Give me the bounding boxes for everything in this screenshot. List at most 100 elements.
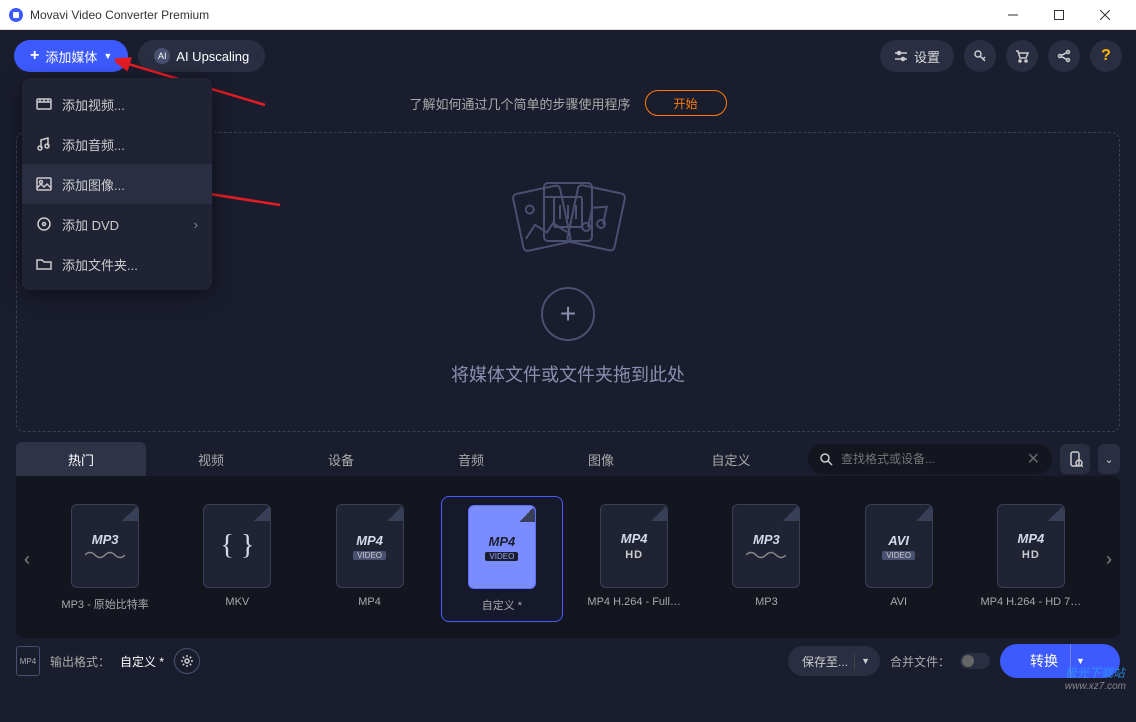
scroll-right-button[interactable]: › [1098,549,1120,570]
tab-video[interactable]: 视频 [146,442,276,476]
format-label: MP3 [709,596,823,608]
scroll-left-button[interactable]: ‹ [16,549,38,570]
format-card[interactable]: MP4HD MP4 H.264 - HD 7… [970,496,1092,622]
format-doc-icon: AVIVIDEO [865,504,933,588]
help-icon: ? [1101,47,1111,65]
settings-button[interactable]: 设置 [880,40,954,72]
dropdown-label: 添加图像... [62,175,125,194]
format-label: MP4 H.264 - HD 7… [974,596,1088,608]
start-button[interactable]: 开始 [645,90,727,116]
tab-custom[interactable]: 自定义 [666,442,796,476]
window-title: Movavi Video Converter Premium [30,8,990,22]
bottom-bar: MP4 输出格式： 自定义 * 保存至... ▼ 合并文件： 转换 ▼ [0,638,1136,684]
save-to-button[interactable]: 保存至... ▼ [788,646,880,676]
tab-popular[interactable]: 热门 [16,442,146,476]
convert-label: 转换 [1030,651,1058,671]
add-audio-item[interactable]: 添加音频... [22,124,212,164]
format-label: AVI [842,596,956,608]
add-media-label: 添加媒体 [45,47,97,66]
tab-image[interactable]: 图像 [536,442,666,476]
clear-search-icon[interactable]: ✕ [1027,449,1040,469]
format-text: AVI [888,533,909,548]
format-card[interactable]: AVIVIDEOAVI [838,496,960,622]
tab-label: 视频 [198,450,224,469]
format-card[interactable]: MP3 MP3 [705,496,827,622]
format-text: MP4 [356,533,383,548]
detect-device-button[interactable] [1060,444,1090,474]
audio-icon [36,136,52,152]
merge-toggle[interactable] [960,653,990,669]
share-button[interactable] [1048,40,1080,72]
close-button[interactable] [1082,0,1128,30]
add-video-item[interactable]: 添加视频... [22,84,212,124]
dropdown-label: 添加视频... [62,95,125,114]
format-list: ‹ MP3MP3 - 原始比特率{ }MKVMP4VIDEOMP4MP4VIDE… [16,476,1120,638]
format-tabs: 热门 视频 设备 音频 图像 自定义 ✕ ⌄ [0,442,1136,476]
watermark-line2: www.xz7.com [1065,681,1126,692]
format-card[interactable]: MP4VIDEOMP4 [308,496,430,622]
cart-button[interactable] [1006,40,1038,72]
search-input[interactable] [841,452,1019,466]
folder-icon [36,256,52,272]
format-doc-icon: MP4HD [600,504,668,588]
chevron-down-icon: ⌄ [1104,453,1113,466]
format-text: MP4 [621,531,648,546]
tab-device[interactable]: 设备 [276,442,406,476]
start-label: 开始 [674,95,698,112]
format-text: MP3 [92,532,119,547]
help-button[interactable]: ? [1090,40,1122,72]
format-label: MP4 H.264 - Full… [577,596,691,608]
sliders-icon [894,49,908,63]
app-logo-icon [8,7,24,23]
tab-label: 设备 [328,450,354,469]
format-doc-icon: MP3 [71,504,139,588]
format-label: MKV [180,596,294,608]
drop-zone-text: 将媒体文件或文件夹拖到此处 [451,361,685,387]
format-doc-icon: MP4VIDEO [468,505,536,589]
settings-label: 设置 [914,47,940,66]
tab-audio[interactable]: 音频 [406,442,536,476]
format-card[interactable]: MP3MP3 - 原始比特率 [44,496,166,622]
format-doc-icon: MP3 [732,504,800,588]
tab-label: 音频 [458,450,484,469]
minimize-button[interactable] [990,0,1036,30]
add-image-item[interactable]: 添加图像... [22,164,212,204]
video-icon [36,96,52,112]
format-doc-icon: { } [203,504,271,588]
format-label: 自定义 * [446,597,558,613]
tutorial-text: 了解如何通过几个简单的步骤使用程序 [409,94,630,113]
add-circle-button[interactable]: + [541,287,595,341]
chevron-down-icon: ▼ [103,51,112,61]
output-format-value: 自定义 * [120,653,164,670]
merge-label: 合并文件： [890,653,950,670]
output-format-label: 输出格式： [50,653,110,670]
key-button[interactable] [964,40,996,72]
chevron-down-icon: ▼ [861,656,870,666]
title-bar: Movavi Video Converter Premium [0,0,1136,30]
format-text: MP3 [753,532,780,547]
format-settings-button[interactable] [174,648,200,674]
format-doc-icon: MP4HD [997,504,1065,588]
tab-label: 图像 [588,450,614,469]
maximize-button[interactable] [1036,0,1082,30]
format-card[interactable]: MP4HD MP4 H.264 - Full… [573,496,695,622]
format-card[interactable]: MP4VIDEO 自定义 * [441,496,563,622]
format-text: MP4 [1018,531,1045,546]
ai-upscaling-button[interactable]: AI AI Upscaling [138,40,265,72]
format-card[interactable]: { } MKV [176,496,298,622]
search-icon [820,453,833,466]
add-media-button[interactable]: + 添加媒体 ▼ [14,40,128,72]
plus-icon: + [560,298,576,330]
plus-icon: + [30,47,39,65]
format-doc-icon: MP4VIDEO [336,504,404,588]
add-folder-item[interactable]: 添加文件夹... [22,244,212,284]
dropdown-label: 添加文件夹... [62,255,138,274]
add-media-dropdown: 添加视频... 添加音频... 添加图像... 添加 DVD › 添加文件夹..… [22,78,212,290]
format-label: MP4 [312,596,426,608]
collapse-button[interactable]: ⌄ [1098,444,1120,474]
format-search[interactable]: ✕ [808,444,1052,474]
tab-label: 热门 [68,450,94,469]
add-dvd-item[interactable]: 添加 DVD › [22,204,212,244]
output-format-icon: MP4 [16,646,40,676]
dvd-icon [36,216,52,232]
